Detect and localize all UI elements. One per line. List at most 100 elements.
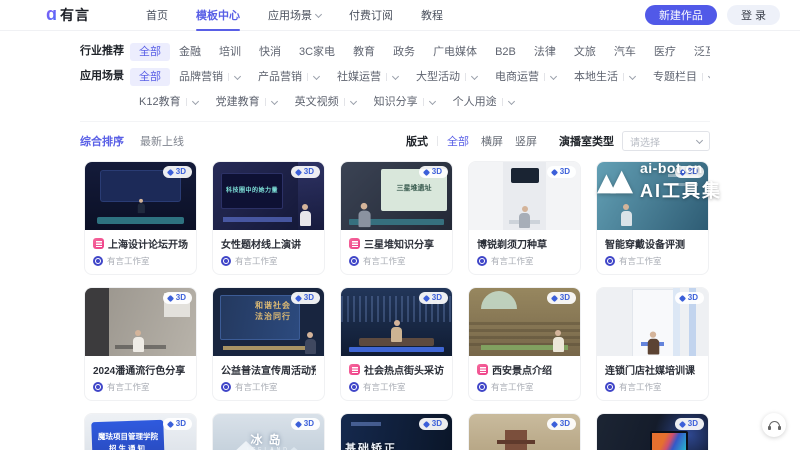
nav-home[interactable]: 首页 <box>132 0 182 31</box>
3d-badge-label: 3D <box>176 167 186 177</box>
3d-badge: 3D <box>291 166 320 178</box>
scene-option[interactable]: 专题栏目 <box>644 68 710 86</box>
template-card[interactable]: 冰岛 ICELAND 3D <box>212 413 325 450</box>
scene-option[interactable]: 品牌营销 <box>170 68 249 86</box>
scene-option[interactable]: K12教育 <box>130 93 207 111</box>
scene-option-label: 品牌营销 <box>179 69 223 85</box>
industry-option[interactable]: 金融 <box>170 43 210 61</box>
template-card[interactable]: 基础矫正 3D <box>340 413 453 450</box>
template-card[interactable]: 3D <box>596 413 709 450</box>
layout-option-landscape[interactable]: 横屏 <box>481 133 503 149</box>
industry-option-all[interactable]: 全部 <box>130 43 170 61</box>
divider <box>423 98 424 106</box>
cube-icon <box>167 420 174 427</box>
create-work-button[interactable]: 新建作品 <box>645 5 717 25</box>
card-author-row: 有言工作室 <box>477 381 572 393</box>
scene-option-label: 英文视频 <box>295 94 339 110</box>
card-title-row: 智能穿戴设备评测 <box>605 236 700 251</box>
scene-option[interactable]: 本地生活 <box>565 68 644 86</box>
presenter-figure <box>136 199 145 213</box>
template-card[interactable]: 和谐社会 法治同行 3D 公益普法宣传周活动预告 有言工作室 <box>212 287 325 401</box>
industry-option[interactable]: 教育 <box>344 43 384 61</box>
card-info: 三星堆知识分享 有言工作室 <box>341 230 452 274</box>
template-card[interactable]: 3D 智能穿戴设备评测 有言工作室 <box>596 161 709 275</box>
template-card[interactable]: 3D 连锁门店社媒培训课 有言工作室 <box>596 287 709 401</box>
industry-option[interactable]: 汽车 <box>605 43 645 61</box>
3d-badge: 3D <box>291 292 320 304</box>
layout-option-portrait[interactable]: 竖屏 <box>515 133 537 149</box>
template-thumbnail: 3D <box>469 414 580 450</box>
industry-option[interactable]: 培训 <box>210 43 250 61</box>
top-header: ɑ 有言 首页 模板中心 应用场景 付费订阅 教程 新建作品 登 录 <box>0 0 800 31</box>
nav-tutorials[interactable]: 教程 <box>407 0 457 31</box>
3d-badge-label: 3D <box>304 167 314 177</box>
studio-type-select[interactable]: 请选择 <box>622 131 710 151</box>
card-author: 有言工作室 <box>363 381 406 393</box>
scene-option[interactable]: 产品营销 <box>249 68 328 86</box>
card-title: 连锁门店社媒培训课 <box>605 362 695 377</box>
industry-option[interactable]: 文旅 <box>565 43 605 61</box>
industry-option[interactable]: B2B <box>486 43 525 61</box>
template-card[interactable]: 三星堆遗址 3D 三星堆知识分享 有言工作室 <box>340 161 453 275</box>
sort-newest[interactable]: 最新上线 <box>140 133 184 149</box>
scene-option-label: 社媒运营 <box>337 69 381 85</box>
industry-option[interactable]: 3C家电 <box>290 43 344 61</box>
scene-option-all[interactable]: 全部 <box>130 68 170 86</box>
template-card[interactable]: 魔珐项目管理学院 招生通知 3D <box>84 413 197 450</box>
scene-option-label: 党建教育 <box>216 94 260 110</box>
card-title-row: 公益普法宣传周活动预告 <box>221 362 316 377</box>
scene-option[interactable]: 知识分享 <box>365 93 444 111</box>
industry-filter-label: 行业推荐 <box>80 43 130 59</box>
card-title: 上海设计论坛开场主持 <box>108 236 188 251</box>
template-thumbnail: 3D <box>341 288 452 356</box>
3d-badge-label: 3D <box>176 419 186 429</box>
cube-icon <box>551 168 558 175</box>
template-card[interactable]: 3D 西安景点介绍 有言工作室 <box>468 287 581 401</box>
template-card[interactable]: 3D <box>468 413 581 450</box>
sort-comprehensive[interactable]: 综合排序 <box>80 133 124 149</box>
login-button[interactable]: 登 录 <box>727 5 780 25</box>
template-card[interactable]: 3D 上海设计论坛开场主持 有言工作室 <box>84 161 197 275</box>
template-card[interactable]: 科技圈中的她力量 3D 女性题材线上演讲 有言工作室 <box>212 161 325 275</box>
industry-option[interactable]: 政务 <box>384 43 424 61</box>
nav-use-cases[interactable]: 应用场景 <box>254 0 335 31</box>
thumb-screen <box>220 295 300 340</box>
industry-option[interactable]: 法律 <box>525 43 565 61</box>
scene-option[interactable]: 个人用途 <box>444 93 523 111</box>
customer-support-button[interactable] <box>762 413 786 437</box>
presenter-figure <box>356 203 371 227</box>
card-title: 三星堆知识分享 <box>364 236 434 251</box>
scene-option[interactable]: 英文视频 <box>286 93 365 111</box>
template-card[interactable]: 3D 2024潘通流行色分享 有言工作室 <box>84 287 197 401</box>
scene-option[interactable]: 电商运营 <box>486 68 565 86</box>
sort-toolbar: 综合排序 最新上线 版式 全部 横屏 竖屏 演播室类型 请选择 <box>80 121 710 151</box>
scene-option[interactable]: 党建教育 <box>207 93 286 111</box>
industry-option[interactable]: 泛互联网 <box>685 43 710 61</box>
cube-icon <box>551 420 558 427</box>
industry-option[interactable]: 医疗 <box>645 43 685 61</box>
3d-badge: 3D <box>163 166 192 178</box>
scene-option[interactable]: 大型活动 <box>407 68 486 86</box>
card-info: 西安景点介绍 有言工作室 <box>469 356 580 400</box>
layout-option-all[interactable]: 全部 <box>447 133 469 149</box>
brand-logo[interactable]: ɑ 有言 <box>46 5 90 25</box>
industry-option[interactable]: 快消 <box>250 43 290 61</box>
nav-pricing[interactable]: 付费订阅 <box>335 0 407 31</box>
divider <box>307 73 308 81</box>
scene-option[interactable]: 社媒运营 <box>328 68 407 86</box>
3d-badge-label: 3D <box>176 293 186 303</box>
nav-template-center[interactable]: 模板中心 <box>182 0 254 31</box>
card-title-row: 社会热点街头采访连线 <box>349 362 444 377</box>
template-card[interactable]: 3D 社会热点街头采访连线 有言工作室 <box>340 287 453 401</box>
cube-icon <box>679 420 686 427</box>
template-card[interactable]: 3D 博锐剃须刀种草 有言工作室 <box>468 161 581 275</box>
card-title-row: 西安景点介绍 <box>477 362 572 377</box>
3d-badge-label: 3D <box>432 419 442 429</box>
scene-option-label: 大型活动 <box>416 69 460 85</box>
card-title: 公益普法宣传周活动预告 <box>221 362 316 377</box>
3d-badge-label: 3D <box>560 419 570 429</box>
presenter-figure <box>298 204 312 226</box>
divider <box>502 98 503 106</box>
3d-badge: 3D <box>419 166 448 178</box>
industry-option[interactable]: 广电媒体 <box>424 43 486 61</box>
